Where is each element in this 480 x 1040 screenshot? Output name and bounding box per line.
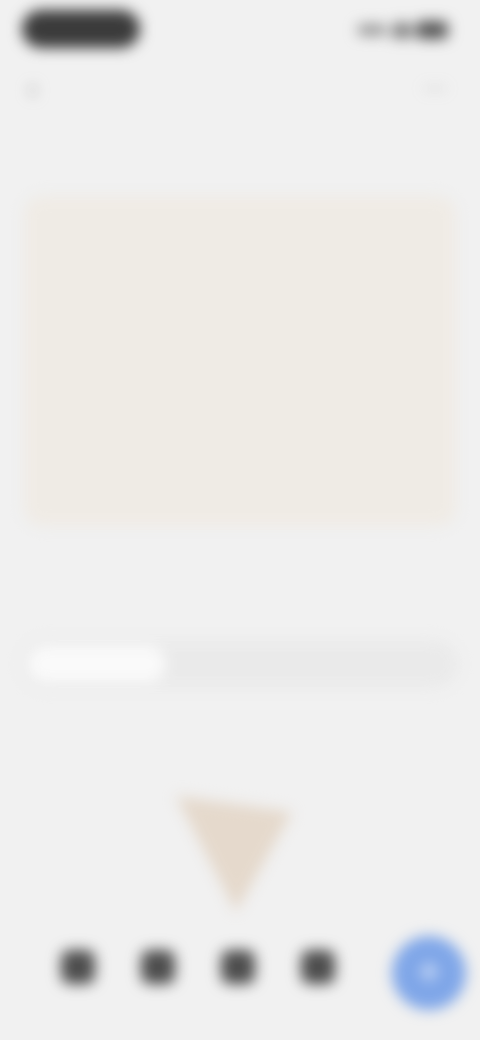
status-icons (358, 20, 450, 40)
add-floating-button[interactable]: + (392, 936, 466, 1010)
stat-4 (264, 332, 464, 432)
dynamic-island (22, 10, 140, 48)
trend-header (22, 584, 458, 618)
chart-area-shape (176, 796, 292, 912)
plus-icon: + (417, 950, 441, 994)
stat-1 (40, 218, 240, 318)
segment-tab-2[interactable] (171, 646, 309, 682)
tab-chart[interactable] (208, 950, 268, 1020)
wifi-icon (392, 22, 412, 38)
trend-chart (0, 700, 480, 950)
trend-chart-svg (176, 796, 292, 912)
home-icon (61, 950, 95, 984)
chart-icon (221, 950, 255, 984)
segment-tab-3[interactable] (314, 646, 452, 682)
chevron-left-icon[interactable]: ‹ (28, 74, 58, 104)
signal-icon (358, 25, 386, 35)
tab-list[interactable] (128, 950, 188, 1020)
stat-2 (264, 218, 464, 318)
tab-profile[interactable] (288, 950, 348, 1020)
summary-header (22, 142, 458, 176)
stat-5 (40, 446, 240, 546)
profile-icon (301, 950, 335, 984)
tab-home[interactable] (48, 950, 108, 1020)
summary-card (24, 196, 456, 526)
top-navigation-bar: ‹ ⋯ (0, 62, 480, 114)
bottom-bar: + (0, 930, 480, 1040)
segment-tab-1[interactable] (28, 646, 166, 682)
list-icon (141, 950, 175, 984)
more-icon[interactable]: ⋯ (420, 74, 450, 104)
status-bar (0, 0, 480, 64)
battery-icon (416, 21, 448, 39)
stat-3 (40, 332, 240, 432)
period-segmented-control (22, 640, 458, 688)
